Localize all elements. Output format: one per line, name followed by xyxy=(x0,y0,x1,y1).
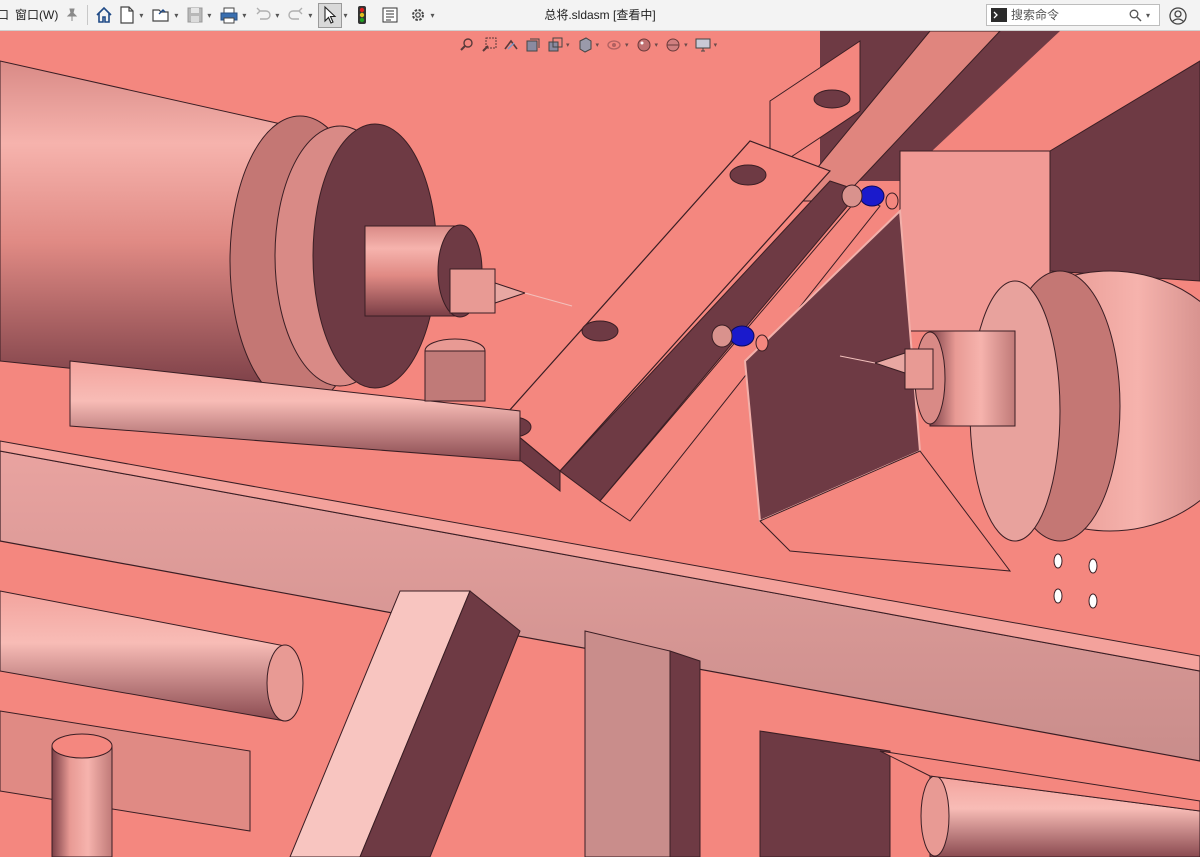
menu-window[interactable]: 窗口(W) xyxy=(12,0,61,31)
options-button[interactable] xyxy=(407,0,429,31)
search-commands-box[interactable]: ▾ xyxy=(986,4,1160,26)
small-hole xyxy=(1053,588,1063,604)
rebuild-button[interactable] xyxy=(353,0,371,31)
search-icon[interactable] xyxy=(1129,9,1142,22)
lower-right-block xyxy=(759,730,891,857)
open-button[interactable] xyxy=(149,0,173,31)
previous-view-icon[interactable] xyxy=(502,36,520,54)
new-document-button[interactable] xyxy=(116,0,138,31)
menu-partial-cut[interactable]: 口 xyxy=(0,0,12,31)
view-settings-dropdown[interactable]: ▾ xyxy=(714,41,718,49)
zoom-to-area-icon[interactable] xyxy=(480,36,498,54)
right-collet xyxy=(904,348,934,390)
lower-rod-end xyxy=(266,644,304,722)
gear-icon xyxy=(412,9,425,21)
blue-screw xyxy=(729,325,755,347)
pin-icon[interactable] xyxy=(61,0,83,31)
save-button[interactable] xyxy=(184,0,206,31)
column-side xyxy=(669,650,701,857)
display-style-dropdown[interactable]: ▾ xyxy=(596,41,600,49)
section-view-icon[interactable] xyxy=(524,36,542,54)
undo-icon xyxy=(256,7,272,20)
print-icon xyxy=(220,7,238,24)
left-collet xyxy=(449,268,496,314)
undo-button[interactable] xyxy=(252,0,274,31)
assembly-model[interactable] xyxy=(0,31,1200,857)
mount-hole xyxy=(581,320,619,342)
vertical-column xyxy=(584,630,671,857)
hide-show-items-dropdown[interactable]: ▾ xyxy=(625,41,629,49)
display-style-icon[interactable] xyxy=(576,36,594,54)
edit-appearance-dropdown[interactable]: ▾ xyxy=(655,41,659,49)
zoom-to-fit-icon[interactable] xyxy=(458,36,476,54)
search-input[interactable] xyxy=(1011,8,1121,22)
user-icon xyxy=(1169,7,1187,25)
screw-shaft xyxy=(711,324,733,348)
print-button[interactable] xyxy=(217,0,241,31)
bracket-hole xyxy=(755,334,769,352)
select-dropdown[interactable]: ▾ xyxy=(343,11,347,20)
view-settings-icon[interactable] xyxy=(694,36,712,54)
home-button[interactable] xyxy=(92,0,116,31)
command-prompt-icon xyxy=(991,8,1007,22)
new-document-icon xyxy=(120,6,134,24)
view-orientation-icon[interactable] xyxy=(546,36,564,54)
save-dropdown[interactable]: ▾ xyxy=(207,11,211,20)
apply-scene-icon[interactable] xyxy=(664,36,682,54)
lower-post xyxy=(51,745,113,857)
document-title: 总将.sldasm [查看中] xyxy=(544,8,656,22)
user-account-button[interactable] xyxy=(1168,6,1188,26)
hide-show-items-icon[interactable] xyxy=(605,36,623,54)
blue-screw xyxy=(859,185,885,207)
heads-up-view-toolbar: ▾ ▾ ▾ ▾ ▾ ▾ xyxy=(458,35,719,55)
lower-right-rod-end xyxy=(920,775,950,857)
options-dropdown[interactable]: ▾ xyxy=(430,11,434,20)
redo-dropdown[interactable]: ▾ xyxy=(308,11,312,20)
save-icon xyxy=(187,7,203,23)
redo-button[interactable] xyxy=(285,0,307,31)
mount-hole xyxy=(729,164,767,186)
undo-dropdown[interactable]: ▾ xyxy=(275,11,279,20)
traffic-light-icon xyxy=(358,6,367,24)
view-orientation-dropdown[interactable]: ▾ xyxy=(566,41,570,49)
home-icon xyxy=(96,6,112,23)
file-properties-button[interactable] xyxy=(379,0,401,31)
separator xyxy=(87,5,89,25)
mount-hole xyxy=(813,89,851,109)
small-hole xyxy=(1053,553,1063,569)
small-hole xyxy=(1088,593,1098,609)
new-document-dropdown[interactable]: ▾ xyxy=(139,11,143,20)
apply-scene-dropdown[interactable]: ▾ xyxy=(684,41,688,49)
cursor-arrow-icon xyxy=(324,5,337,24)
edit-appearance-icon[interactable] xyxy=(635,36,653,54)
print-dropdown[interactable]: ▾ xyxy=(242,11,246,20)
small-hole xyxy=(1088,558,1098,574)
lower-post-top xyxy=(51,733,113,759)
post xyxy=(424,350,486,402)
select-button[interactable] xyxy=(318,2,343,28)
redo-icon xyxy=(288,7,303,20)
file-properties-icon xyxy=(382,7,398,23)
open-dropdown[interactable]: ▾ xyxy=(174,11,178,20)
folder-open-icon xyxy=(152,9,169,22)
bracket-hole xyxy=(885,192,899,210)
top-toolbar: 口 窗口(W) ▾ ▾ ▾ ▾ ▾ ▾ ▾ ▾ 总将.sldasm [查看中] xyxy=(0,0,1200,31)
search-dropdown[interactable]: ▾ xyxy=(1146,11,1150,20)
screw-shaft xyxy=(841,184,863,208)
graphics-area[interactable]: ▾ ▾ ▾ ▾ ▾ ▾ xyxy=(0,31,1200,857)
